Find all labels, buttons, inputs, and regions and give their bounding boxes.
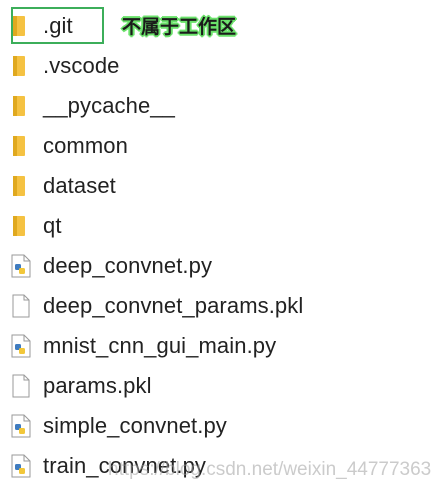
list-item-pycache[interactable]: __pycache__ <box>0 86 438 126</box>
list-item-train-convnet-py[interactable]: train_convnet.py <box>0 446 438 486</box>
file-name: train_convnet.py <box>43 453 207 478</box>
folder-icon <box>10 94 32 118</box>
folder-icon <box>10 174 32 198</box>
list-item-simple-convnet-py[interactable]: simple_convnet.py <box>0 406 438 446</box>
python-file-icon <box>10 334 32 358</box>
folder-icon <box>10 214 32 238</box>
folder-icon <box>10 54 32 78</box>
file-name: deep_convnet.py <box>43 253 213 278</box>
blank-file-icon <box>10 374 32 398</box>
blank-file-icon <box>10 294 32 318</box>
list-item-vscode[interactable]: .vscode <box>0 46 438 86</box>
file-name: common <box>43 133 128 158</box>
file-name: params.pkl <box>43 373 152 398</box>
annotation-label: 不属于工作区 <box>122 16 237 38</box>
file-name: qt <box>43 213 62 238</box>
list-item-qt[interactable]: qt <box>0 206 438 246</box>
file-name: dataset <box>43 173 116 198</box>
python-file-icon <box>10 454 32 478</box>
folder-icon <box>10 14 32 38</box>
list-item-deep-convnet-params-pkl[interactable]: deep_convnet_params.pkl <box>0 286 438 326</box>
folder-icon <box>10 134 32 158</box>
list-item-common[interactable]: common <box>0 126 438 166</box>
list-item-dataset[interactable]: dataset <box>0 166 438 206</box>
file-name: deep_convnet_params.pkl <box>43 293 304 318</box>
list-item-deep-convnet-py[interactable]: deep_convnet.py <box>0 246 438 286</box>
file-name: __pycache__ <box>43 93 175 118</box>
list-item-params-pkl[interactable]: params.pkl <box>0 366 438 406</box>
python-file-icon <box>10 414 32 438</box>
file-name: .git <box>43 13 73 38</box>
python-file-icon <box>10 254 32 278</box>
file-name: .vscode <box>43 53 120 78</box>
file-list: .git .vscode __pycache__ common dataset … <box>0 6 438 486</box>
file-name: simple_convnet.py <box>43 413 227 438</box>
list-item-mnist-cnn-gui-main-py[interactable]: mnist_cnn_gui_main.py <box>0 326 438 366</box>
file-name: mnist_cnn_gui_main.py <box>43 333 277 358</box>
